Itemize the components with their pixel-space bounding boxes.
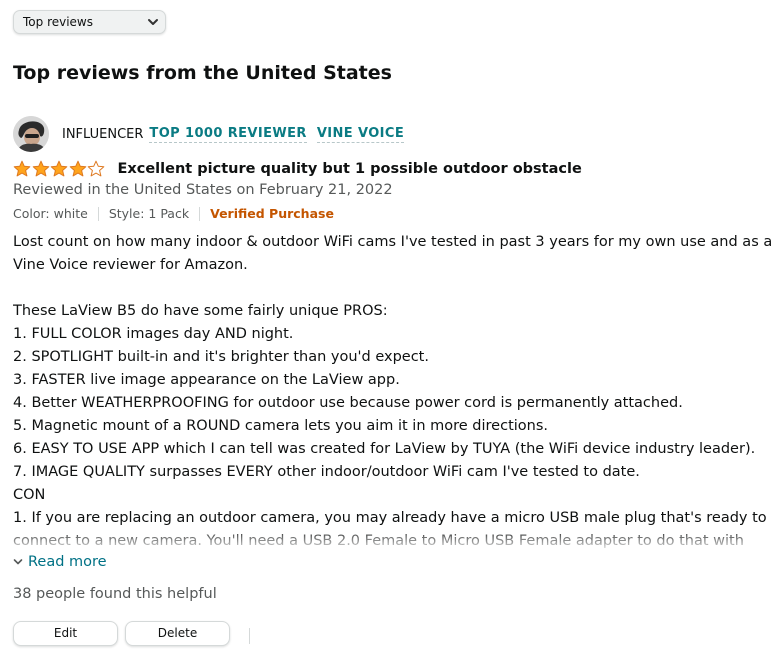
review-paragraph: These LaView B5 do have some fairly uniq… [13,303,388,319]
reviewer-avatar[interactable] [13,116,49,152]
review-paragraph: 2. SPOTLIGHT built-in and it's brighter … [13,349,429,365]
star-rating[interactable] [13,160,106,178]
review-body: Lost count on how many indoor & outdoor … [13,231,775,549]
review-meta: Color: white Style: 1 Pack Verified Purc… [13,206,334,221]
truncation-fade [13,527,775,549]
star-filled-icon [13,160,31,177]
edit-button[interactable]: Edit [13,621,118,646]
review-paragraph: 1. FULL COLOR images day AND night. [13,326,294,342]
reviews-heading: Top reviews from the United States [13,62,392,84]
avatar-image [13,116,49,152]
meta-divider [199,206,201,221]
review-paragraph: 3. FASTER live image appearance on the L… [13,372,400,388]
review-date: Reviewed in the United States on Februar… [13,182,393,198]
chevron-down-icon [13,559,23,565]
review-paragraph: ​ [13,277,775,300]
review-title-row: Excellent picture quality but 1 possible… [13,158,582,180]
sort-dropdown-value: Top reviews [23,15,94,29]
verified-purchase-badge: Verified Purchase [210,206,334,221]
review-paragraph: 7. IMAGE QUALITY surpasses EVERY other i… [13,464,640,480]
review-paragraph: 5. Magnetic mount of a ROUND camera lets… [13,418,549,434]
star-filled-icon [69,160,86,177]
review-paragraph: 6. EASY TO USE APP which I can tell was … [13,441,756,457]
chevron-down-icon [148,19,158,25]
delete-button[interactable]: Delete [125,621,230,646]
reviewer-name[interactable]: INFLUENCER [62,127,143,142]
review-title[interactable]: Excellent picture quality but 1 possible… [118,161,582,177]
star-filled-icon [32,160,49,177]
review-paragraph: 4. Better WEATHERPROOFING for outdoor us… [13,395,683,411]
read-more-link[interactable]: Read more [13,554,107,570]
helpful-count: 38 people found this helpful [13,586,217,602]
reviewer-profile[interactable]: INFLUENCER TOP 1000 REVIEWER VINE VOICE [13,116,405,152]
read-more-label: Read more [28,554,107,570]
badge-vine-voice[interactable]: VINE VOICE [316,126,405,143]
star-empty-icon [87,160,105,177]
review-paragraph: Lost count on how many indoor & outdoor … [13,234,773,273]
product-style[interactable]: Style: 1 Pack [109,206,189,221]
product-color[interactable]: Color: white [13,206,88,221]
meta-divider [97,206,99,221]
sort-dropdown[interactable]: Top reviews [13,10,166,34]
star-filled-icon [50,160,68,177]
badge-top-reviewer[interactable]: TOP 1000 REVIEWER [149,126,307,143]
review-paragraph: CON [13,487,46,503]
action-divider [249,628,250,644]
